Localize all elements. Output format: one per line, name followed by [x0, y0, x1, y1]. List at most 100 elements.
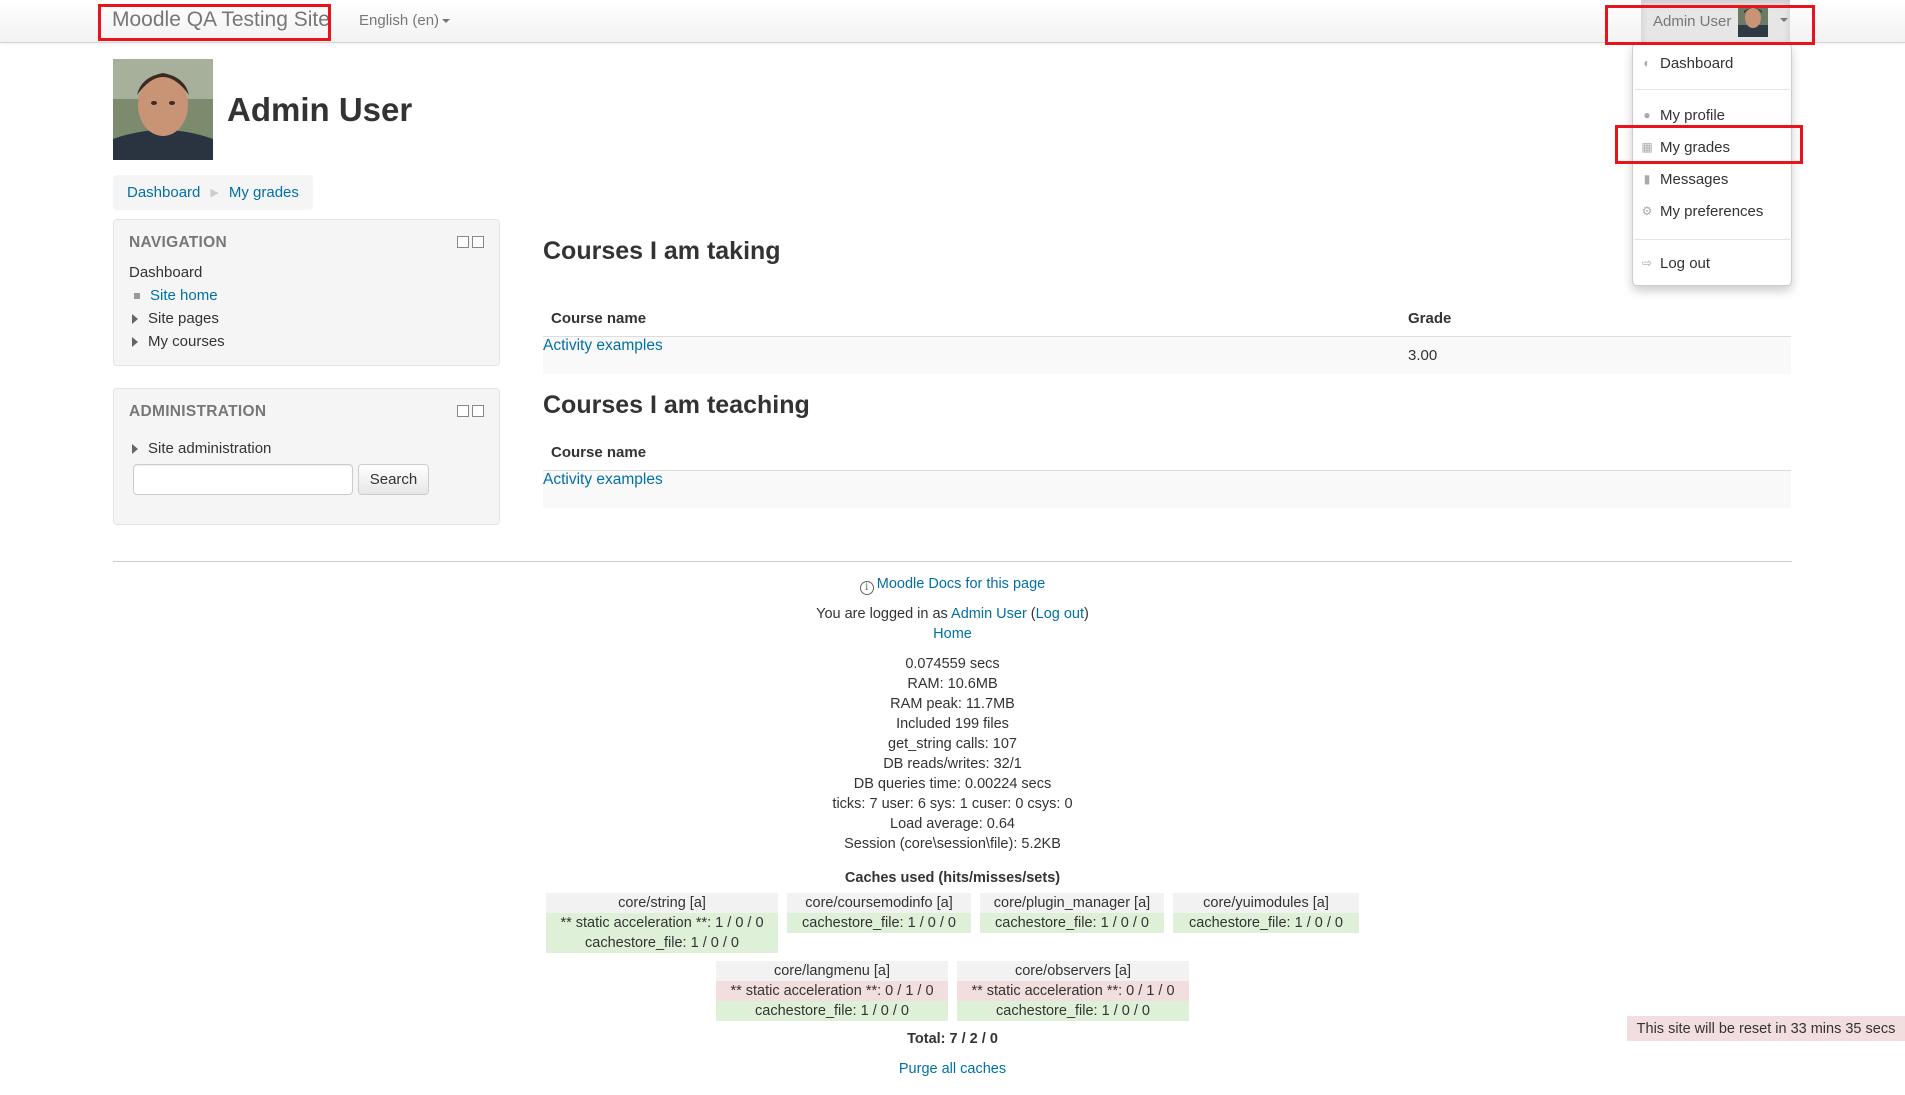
table-row: Activity examples	[543, 471, 1791, 508]
nav-dashboard-link[interactable]: Dashboard	[129, 264, 202, 281]
column-header: Course name	[551, 444, 647, 461]
cache-name: core/string [a]	[546, 893, 778, 913]
logged-in-info: You are logged in as Admin User (Log out…	[816, 606, 1089, 622]
cache-entry: core/langmenu [a] ** static acceleration…	[716, 961, 948, 1021]
nav-item-label: Site home	[150, 287, 218, 304]
cache-entry: core/plugin_manager [a] cachestore_file:…	[980, 893, 1164, 933]
site-brand-link[interactable]: Moodle QA Testing Site	[112, 8, 330, 32]
perf-line: 0.074559 secs	[905, 656, 1000, 672]
table-row: Activity examples 3.00	[543, 337, 1791, 374]
perf-line: Included 199 files	[896, 716, 1009, 732]
chevron-down-icon	[1780, 18, 1788, 22]
menu-item-my-preferences[interactable]: ⚙ My preferences	[1633, 196, 1791, 226]
cache-name: core/langmenu [a]	[716, 961, 948, 981]
cache-name: core/coursemodinfo [a]	[787, 893, 971, 913]
column-header: Grade	[1408, 310, 1452, 327]
perf-line: Load average: 0.64	[890, 816, 1015, 832]
profile-picture	[113, 59, 213, 160]
collapse-icon[interactable]	[457, 405, 469, 417]
menu-item-dashboard[interactable]: ◐ Dashboard	[1633, 48, 1791, 78]
logged-in-prefix: You are logged in as	[816, 606, 948, 622]
grades-icon: ▦	[1641, 140, 1653, 154]
bullet-icon	[134, 292, 140, 299]
course-link[interactable]: Activity examples	[543, 337, 663, 354]
logout-link[interactable]: Log out	[1036, 606, 1084, 622]
nav-item-label: Site pages	[148, 310, 219, 327]
cache-stat: cachestore_file: 1 / 0 / 0	[957, 1001, 1189, 1021]
user-icon: ●	[1643, 108, 1651, 122]
perf-line: DB reads/writes: 32/1	[883, 756, 1022, 772]
nav-item-label: My courses	[148, 333, 225, 350]
nav-item-site-pages[interactable]: Site pages	[132, 310, 219, 327]
chevron-down-icon	[442, 19, 451, 24]
administration-block: ADMINISTRATION Site administration Searc…	[113, 388, 500, 525]
language-label: English (en)	[359, 12, 440, 29]
cache-stat: cachestore_file: 1 / 0 / 0	[546, 933, 778, 953]
cache-name: core/plugin_manager [a]	[980, 893, 1164, 913]
breadcrumb-dashboard[interactable]: Dashboard	[127, 184, 200, 201]
expand-arrow-icon	[132, 443, 138, 454]
footer-divider	[113, 561, 1792, 562]
cache-stat: ** static acceleration **: 0 / 1 / 0	[957, 981, 1189, 1001]
language-menu[interactable]: English (en)	[359, 12, 451, 29]
menu-item-label: My grades	[1660, 138, 1731, 156]
menu-item-label: Dashboard	[1660, 54, 1734, 72]
admin-item-label: Site administration	[148, 440, 272, 457]
perf-line: DB queries time: 0.00224 secs	[853, 776, 1052, 792]
menu-item-messages[interactable]: ▮ Messages	[1633, 164, 1791, 194]
cache-entry: core/observers [a] ** static acceleratio…	[957, 961, 1189, 1021]
menu-item-my-profile[interactable]: ● My profile	[1633, 100, 1791, 130]
cache-stat: ** static acceleration **: 0 / 1 / 0	[716, 981, 948, 1001]
breadcrumb-separator-icon: ▶	[210, 187, 219, 199]
nav-item-site-home[interactable]: Site home	[132, 287, 218, 304]
courses-taking-heading: Courses I am taking	[543, 237, 781, 265]
cache-stat: cachestore_file: 1 / 0 / 0	[716, 1001, 948, 1021]
cache-stat: cachestore_file: 1 / 0 / 0	[1173, 913, 1359, 933]
block-title: ADMINISTRATION	[129, 403, 267, 420]
nav-item-my-courses[interactable]: My courses	[132, 333, 225, 350]
menu-item-label: Log out	[1660, 254, 1711, 272]
cache-stat: cachestore_file: 1 / 0 / 0	[980, 913, 1164, 933]
perf-line: RAM: 10.6MB	[907, 676, 998, 692]
perf-line: Session (core\session\file): 5.2KB	[844, 836, 1061, 852]
home-link[interactable]: Home	[933, 626, 972, 642]
menu-item-log-out[interactable]: ⇨ Log out	[1633, 248, 1791, 278]
cache-entry: core/yuimodules [a] cachestore_file: 1 /…	[1173, 893, 1359, 933]
purge-caches-link[interactable]: Purge all caches	[899, 1061, 1006, 1077]
logged-in-user-link[interactable]: Admin User	[951, 606, 1027, 622]
admin-search-button[interactable]: Search	[358, 464, 429, 495]
admin-search-input[interactable]	[133, 464, 353, 495]
course-link[interactable]: Activity examples	[543, 471, 663, 488]
home-line: Home	[0, 626, 1905, 642]
menu-divider	[1634, 239, 1792, 240]
grade-value: 3.00	[1408, 347, 1438, 364]
user-menu-name: Admin User	[1653, 13, 1732, 30]
purge-line: Purge all caches	[0, 1061, 1905, 1077]
perf-line: get_string calls: 107	[888, 736, 1017, 752]
info-icon: i	[859, 581, 874, 595]
breadcrumb: Dashboard ▶ My grades	[113, 175, 313, 210]
caches-title: Caches used (hits/misses/sets)	[844, 870, 1061, 886]
menu-item-my-grades[interactable]: ▦ My grades	[1633, 132, 1791, 162]
collapse-icon[interactable]	[457, 236, 469, 248]
dashboard-icon: ◐	[1643, 56, 1651, 70]
moodle-docs-link[interactable]: Moodle Docs for this page	[877, 576, 1045, 592]
dock-icon[interactable]	[472, 405, 484, 417]
top-navbar: Moodle QA Testing Site English (en) Admi…	[0, 0, 1905, 43]
perf-line: RAM peak: 11.7MB	[890, 696, 1015, 712]
messages-icon: ▮	[1643, 172, 1651, 186]
cache-entry: core/string [a] ** static acceleration *…	[546, 893, 778, 953]
user-menu-toggle[interactable]: Admin User	[1641, 0, 1790, 43]
menu-divider	[1634, 89, 1792, 90]
reset-notice: This site will be reset in 33 mins 35 se…	[1627, 1016, 1905, 1041]
breadcrumb-my-grades[interactable]: My grades	[229, 184, 299, 201]
admin-item-site-administration[interactable]: Site administration	[132, 440, 271, 457]
user-dropdown-menu: ◐ Dashboard ● My profile ▦ My grades ▮ M…	[1632, 43, 1792, 286]
cache-name: core/yuimodules [a]	[1173, 893, 1359, 913]
perf-line: ticks: 7 user: 6 sys: 1 cuser: 0 csys: 0	[832, 796, 1073, 812]
dock-icon[interactable]	[472, 236, 484, 248]
courses-teaching-heading: Courses I am teaching	[543, 391, 810, 419]
gear-icon: ⚙	[1641, 204, 1653, 218]
menu-item-label: My profile	[1660, 106, 1726, 124]
expand-arrow-icon	[132, 313, 138, 324]
